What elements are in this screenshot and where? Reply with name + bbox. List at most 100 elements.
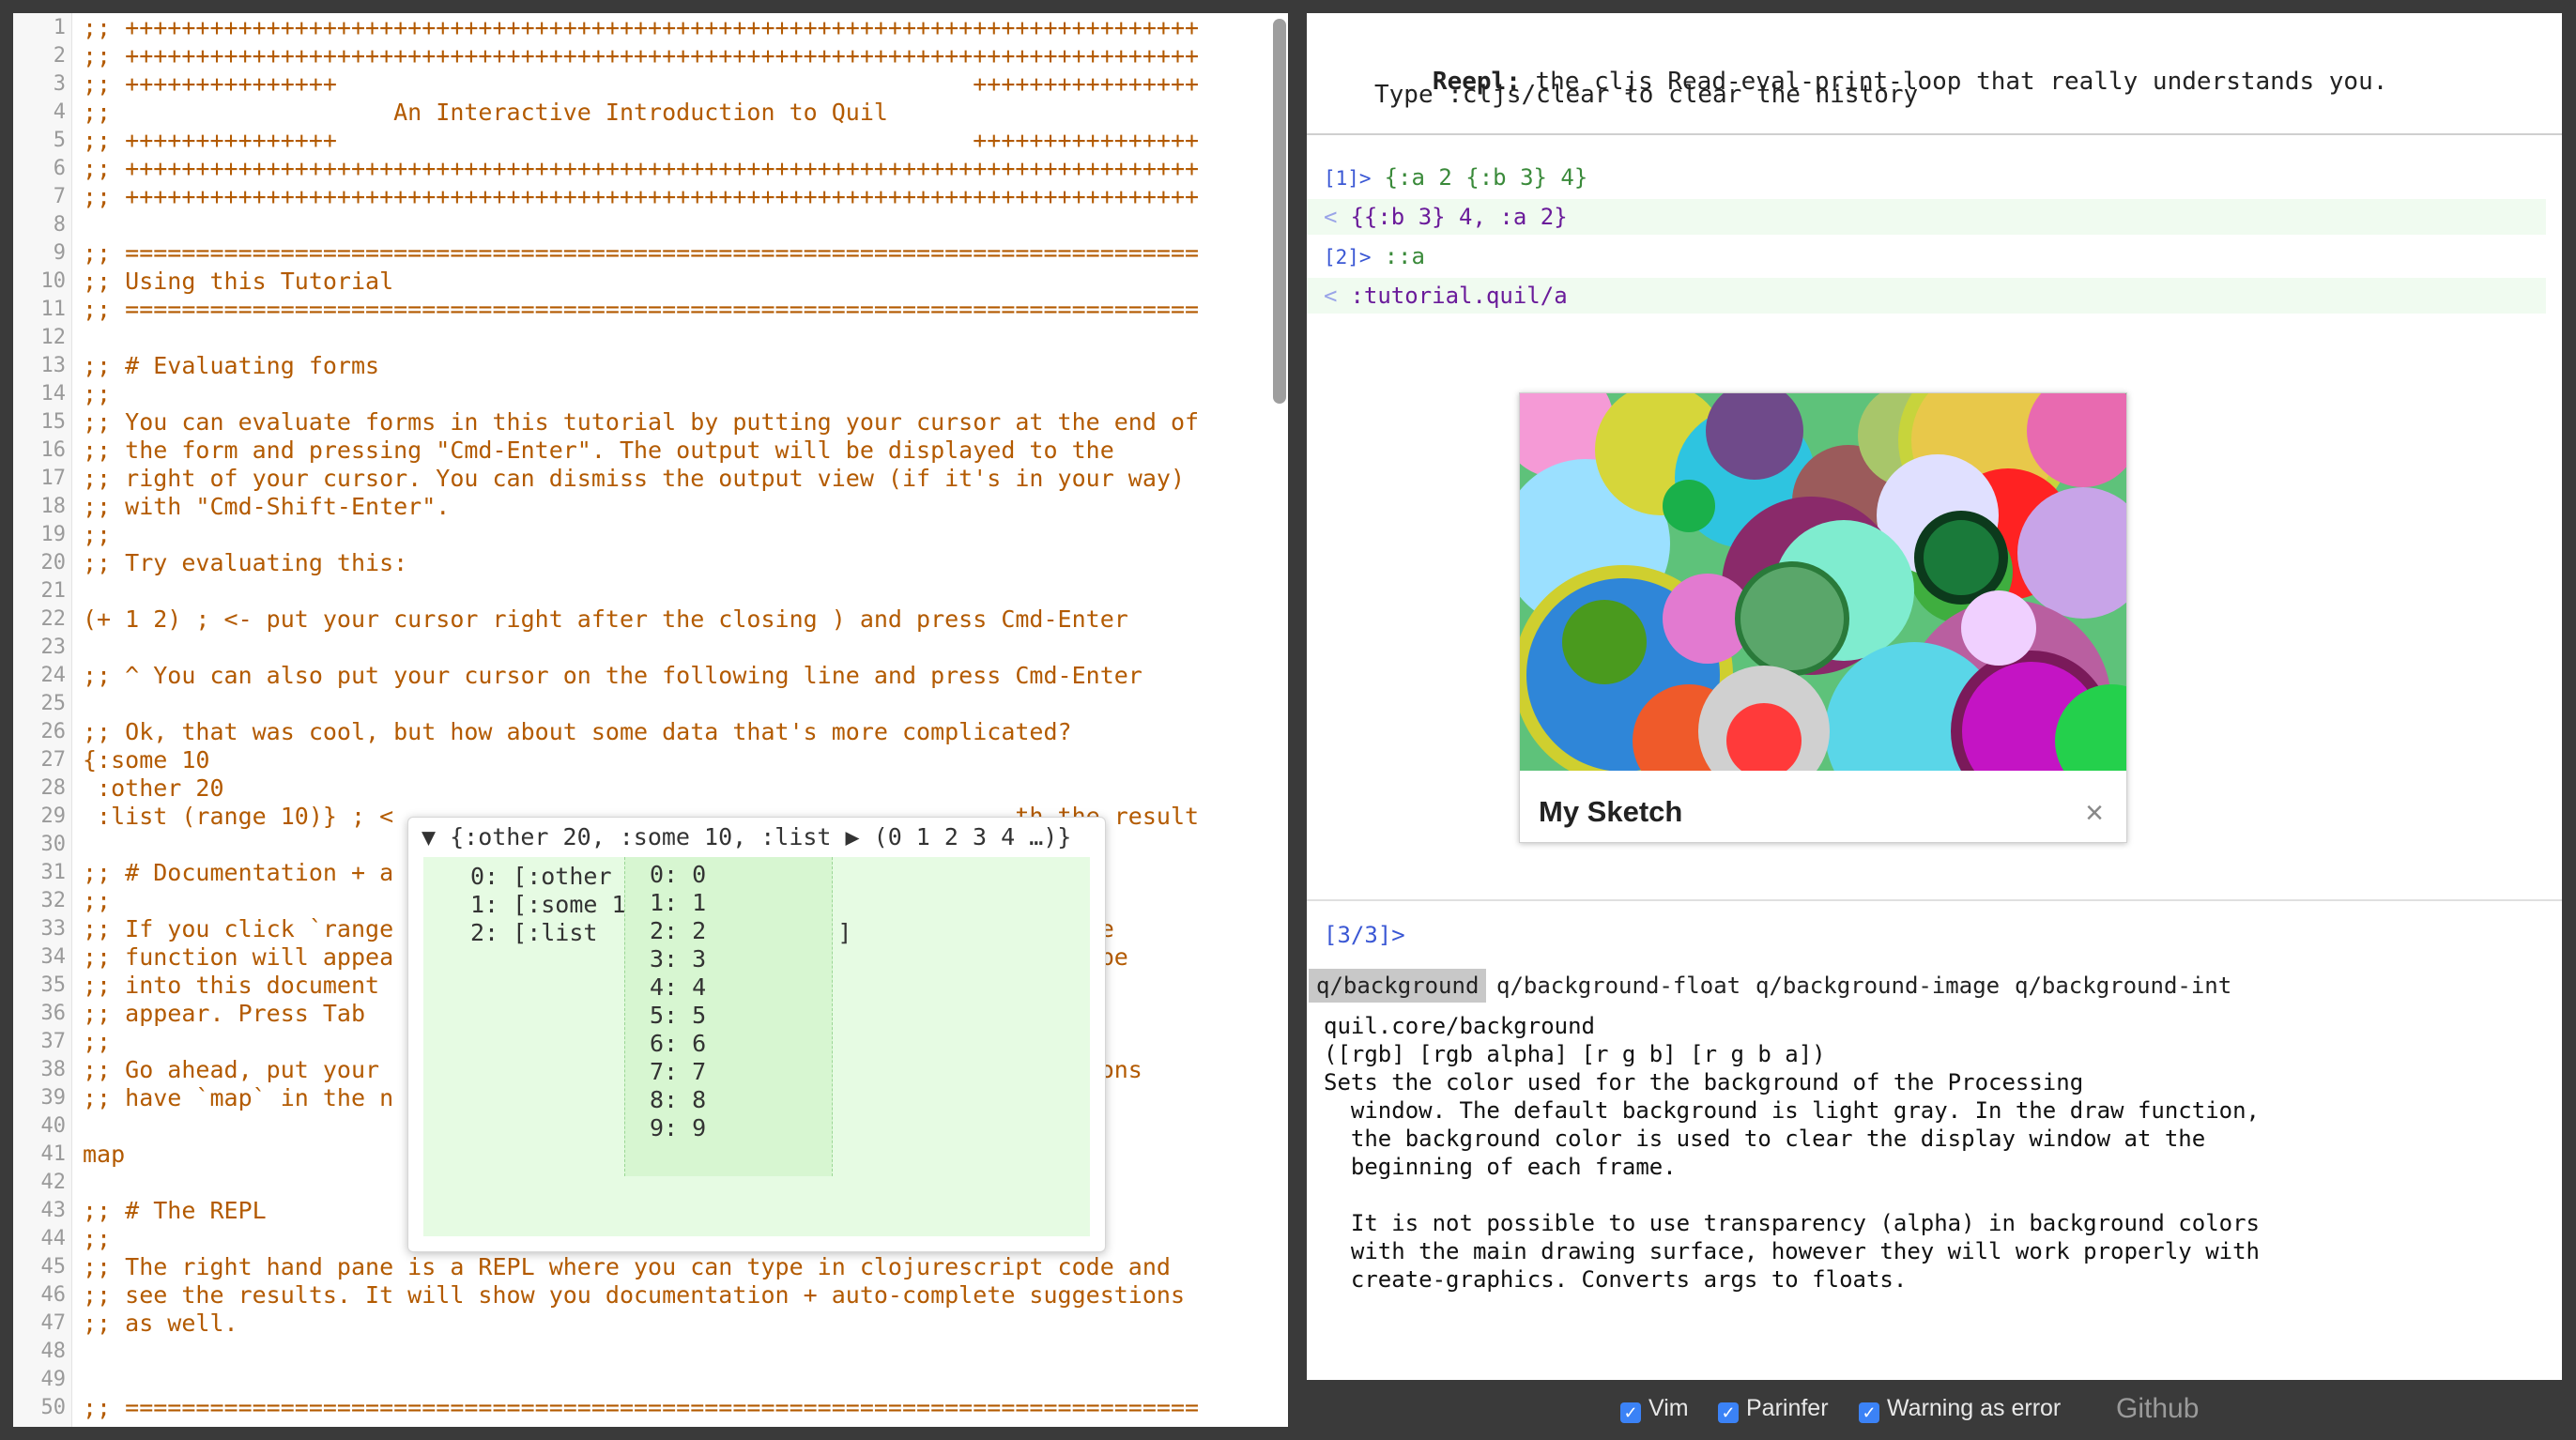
doc-text-line: Sets the color used for the background o… (1324, 1069, 2084, 1095)
repl-prompt-label: [1]> (1324, 167, 1372, 190)
code-line[interactable]: ;; (83, 1028, 111, 1056)
checkbox-checked-icon[interactable]: ✓ (1718, 1402, 1739, 1423)
repl-input-entry[interactable]: [1]> {:a 2 {:b 3} 4} (1307, 160, 2546, 195)
line-number: 39 (40, 1086, 67, 1110)
code-line[interactable]: ;; # Documentation + a (83, 859, 393, 887)
code-line[interactable]: ;; +++++++++++++++ ++++++++++++++++ (83, 70, 1199, 99)
result-list-item: 5: 5 (650, 1002, 707, 1029)
line-number: 20 (40, 551, 67, 574)
repl-header: Reepl: the cljs Read-eval-print-loop tha… (1307, 13, 2562, 135)
line-number: 47 (40, 1311, 67, 1335)
github-link[interactable]: Github (2116, 1393, 2199, 1425)
code-line[interactable]: ;; have `map` in the n (83, 1084, 393, 1112)
line-number: 19 (40, 523, 67, 546)
code-line[interactable]: {:some 10 (83, 746, 209, 774)
code-line[interactable]: ;; +++++++++++++++++++++++++++++++++++++… (83, 14, 1199, 42)
result-list-expanded: 0: 0 1: 1 2: 2 3: 3 4: 4 5: 5 6: 6 7: 7 8: 8 9: 9 (624, 857, 833, 1176)
code-line[interactable]: ;; You can evaluate forms in this tutori… (83, 408, 1199, 437)
line-number: 44 (40, 1227, 67, 1250)
line-number: 6 (53, 157, 66, 180)
code-line[interactable]: ;; the form and pressing "Cmd-Enter". Th… (83, 437, 1114, 465)
line-number: 12 (40, 326, 67, 349)
code-line[interactable]: ;; with "Cmd-Shift-Enter". (83, 493, 450, 521)
code-line[interactable]: map (83, 1141, 125, 1169)
autocomplete-bar: q/background q/background-float q/backgr… (1307, 969, 2562, 1003)
line-number: 27 (40, 748, 67, 772)
repl-prompt-label: < (1324, 204, 1338, 230)
repl-input-entry[interactable]: [2]>::a (1307, 238, 2546, 274)
repl-divider (1307, 899, 2562, 901)
result-list-item: 6: 6 (650, 1030, 707, 1057)
completion-item-selected[interactable]: q/background (1309, 969, 1487, 1003)
parinfer-label: Parinfer (1746, 1395, 1829, 1421)
code-line[interactable]: ;; right of your cursor. You can dismiss… (83, 465, 1185, 493)
inline-result-popup[interactable]: ▼ {:other 20, :some 10, :list ▶ (0 1 2 3… (407, 817, 1106, 1252)
code-line[interactable]: ;; +++++++++++++++ ++++++++++++++++ (83, 127, 1199, 155)
line-number: 36 (40, 1002, 67, 1025)
code-line[interactable]: ;; (83, 380, 111, 408)
line-number: 37 (40, 1030, 67, 1053)
repl-panel[interactable]: Reepl: the cljs Read-eval-print-loop tha… (1307, 13, 2562, 1380)
code-line[interactable]: ;; see the results. It will show you doc… (83, 1281, 1185, 1310)
doc-text-line: create-graphics. Converts args to floats… (1324, 1266, 1908, 1293)
code-line[interactable]: ;; Ok, that was cool, but how about some… (83, 718, 1072, 746)
result-list-item: 2: 2 (650, 917, 707, 944)
doc-text-line: with the main drawing surface, however t… (1324, 1238, 2260, 1264)
repl-entry-text: :tutorial.quil/a (1350, 283, 1568, 309)
code-line[interactable]: ;; An Interactive Introduction to Quil (83, 99, 888, 127)
line-number: 35 (40, 973, 67, 997)
line-number: 31 (40, 861, 67, 884)
line-number: 17 (40, 467, 67, 490)
doc-symbol-name: quil.core/background (1324, 1013, 1595, 1039)
code-line[interactable]: ;; =====================================… (83, 1394, 1199, 1422)
line-number: 48 (40, 1340, 67, 1363)
result-map-header[interactable]: ▼ {:other 20, :some 10, :list ▶ (0 1 2 3… (422, 823, 1071, 851)
line-number: 38 (40, 1058, 67, 1081)
line-number: 9 (53, 241, 66, 265)
close-icon[interactable]: × (2085, 795, 2104, 832)
code-line[interactable]: ;; (83, 1225, 111, 1253)
line-number: 26 (40, 720, 67, 743)
code-editor[interactable]: 1 2 3 4 5 6 7 8 9 10 11 12 13 14 15 16 17 18 19 20 21 22 23 24 2… (13, 13, 1288, 1427)
checkbox-checked-icon[interactable]: ✓ (1620, 1402, 1641, 1423)
checkbox-checked-icon[interactable]: ✓ (1859, 1402, 1879, 1423)
doc-text-line: beginning of each frame. (1324, 1154, 1677, 1180)
editor-scrollbar[interactable] (1273, 19, 1286, 404)
code-line[interactable]: ;; +++++++++++++++++++++++++++++++++++++… (83, 155, 1199, 183)
code-line[interactable]: ;; =====================================… (83, 296, 1199, 324)
result-list-item: 8: 8 (650, 1086, 707, 1113)
code-line[interactable]: ;; ^ You can also put your cursor on the… (83, 662, 1142, 690)
repl-input-prompt[interactable]: [3/3]> (1324, 922, 1405, 948)
warning-as-error-toggle[interactable]: ✓ Warning as error (1859, 1395, 2061, 1423)
line-number: 5 (53, 129, 66, 152)
line-number: 3 (53, 72, 66, 96)
line-number: 18 (40, 495, 67, 518)
code-line[interactable]: (+ 1 2) ; <- put your cursor right after… (83, 605, 1128, 634)
sketch-window[interactable]: My Sketch × (1519, 392, 2127, 843)
parinfer-toggle[interactable]: ✓ Parinfer (1718, 1395, 1829, 1423)
line-number: 41 (40, 1142, 67, 1166)
line-number: 22 (40, 607, 67, 631)
result-list-item: 1: 1 (650, 889, 707, 916)
code-line[interactable]: ;; (83, 521, 111, 549)
line-number: 30 (40, 833, 67, 856)
code-line[interactable]: ;; =====================================… (83, 239, 1199, 268)
code-line[interactable]: ;; +++++++++++++++++++++++++++++++++++++… (83, 183, 1199, 211)
code-line[interactable]: ;; The right hand pane is a REPL where y… (83, 1253, 1171, 1281)
code-line[interactable]: ;; # Evaluating forms (83, 352, 379, 380)
code-line[interactable]: ;; # The REPL (83, 1197, 267, 1225)
line-number: 24 (40, 664, 67, 687)
line-number: 32 (40, 889, 67, 912)
line-number: 8 (53, 213, 66, 237)
completion-item[interactable]: q/background-int (2007, 969, 2239, 1003)
code-line[interactable]: ;; (83, 887, 111, 915)
vim-toggle[interactable]: ✓ Vim (1620, 1395, 1689, 1423)
footer-options: ✓ Vim ✓ Parinfer ✓ Warning as error Github (1307, 1389, 2562, 1431)
completion-item[interactable]: q/background-image (1748, 969, 2007, 1003)
code-line[interactable]: :other 20 (83, 774, 223, 803)
code-line[interactable]: ;; Try evaluating this: (83, 549, 407, 577)
completion-item[interactable]: q/background-float (1489, 969, 1748, 1003)
code-line[interactable]: ;; +++++++++++++++++++++++++++++++++++++… (83, 42, 1199, 70)
code-line[interactable]: ;; as well. (83, 1310, 238, 1338)
code-line[interactable]: ;; Using this Tutorial (83, 268, 393, 296)
